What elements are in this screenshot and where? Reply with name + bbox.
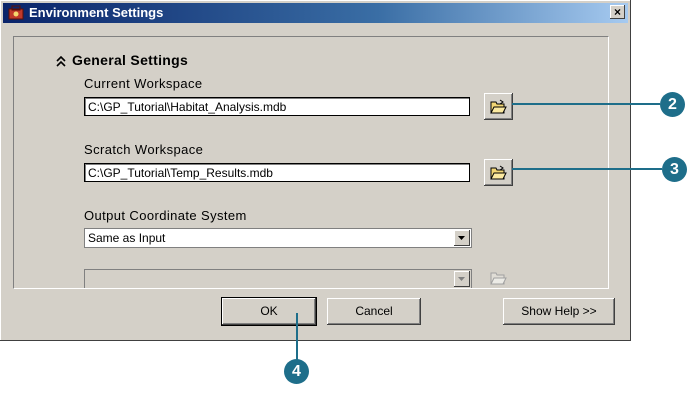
browse-coordinate-system-button-disabled [484,264,513,288]
callout-4: 4 [284,359,309,384]
coordinate-system-detail-select[interactable] [84,269,472,288]
title-bar[interactable]: Environment Settings × [3,3,628,23]
output-coordinate-system-value: Same as Input [88,231,166,245]
open-folder-icon [490,99,507,114]
scroll-up-button[interactable] [608,37,609,54]
callout-3-leader [512,168,662,170]
callout-2-leader [512,103,660,105]
vertical-scrollbar[interactable] [608,37,609,288]
close-button[interactable]: × [610,5,625,19]
output-coordinate-system-label: Output Coordinate System [84,208,247,223]
environment-settings-dialog: Environment Settings × General Settings … [0,0,631,341]
scratch-workspace-input[interactable]: C:\GP_Tutorial\Temp_Results.mdb [84,163,470,182]
current-workspace-input[interactable]: C:\GP_Tutorial\Habitat_Analysis.mdb [84,97,470,116]
section-title: General Settings [72,52,189,68]
scroll-down-button[interactable] [608,271,609,288]
ok-button[interactable]: OK [221,297,317,326]
output-coordinate-system-select[interactable]: Same as Input [84,228,472,248]
dropdown-arrow-icon [458,277,465,281]
section-header[interactable]: General Settings [56,52,188,68]
cancel-button[interactable]: Cancel [327,298,421,325]
dropdown-button[interactable] [454,230,470,246]
scrollbar-thumb[interactable] [608,54,609,126]
dropdown-arrow-icon [458,236,465,240]
open-folder-icon [490,272,507,285]
current-workspace-label: Current Workspace [84,76,203,91]
browse-scratch-workspace-button[interactable] [484,159,513,186]
close-icon: × [613,5,621,19]
callout-4-leader [296,313,298,361]
open-folder-icon [490,165,507,180]
dropdown-button-disabled [454,271,470,287]
callout-3: 3 [662,157,687,182]
settings-panel: General Settings Current Workspace C:\GP… [13,36,609,289]
callout-2: 2 [660,92,685,117]
show-help-button[interactable]: Show Help >> [503,298,615,325]
collapse-chevrons-icon [56,55,66,67]
window-title: Environment Settings [29,5,164,20]
scratch-workspace-label: Scratch Workspace [84,142,204,157]
app-toolbox-icon [8,5,24,21]
browse-current-workspace-button[interactable] [484,93,513,120]
